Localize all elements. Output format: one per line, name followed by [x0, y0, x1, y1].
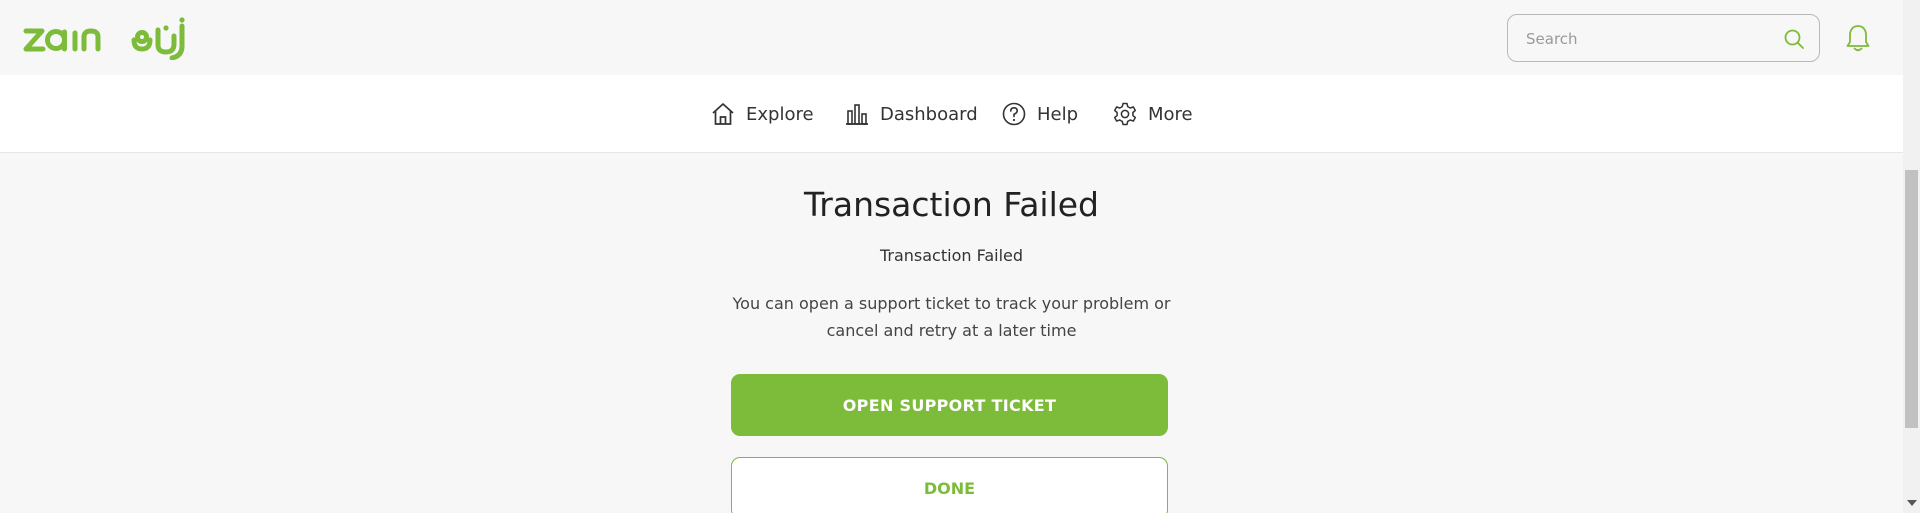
page: Explore Dashboard Help Mor — [0, 0, 1920, 513]
top-bar — [0, 0, 1903, 75]
scrollbar-thumb[interactable] — [1905, 170, 1918, 428]
bell-icon[interactable] — [1844, 23, 1872, 53]
nav-item-dashboard[interactable]: Dashboard — [844, 99, 978, 129]
scroll-down-arrow-icon[interactable] — [1907, 500, 1917, 506]
page-title: Transaction Failed — [803, 185, 1100, 224]
search-box — [1507, 14, 1820, 63]
nav-label: Explore — [746, 103, 814, 125]
main-nav: Explore Dashboard Help More — [0, 75, 1903, 153]
transaction-result: Transaction Failed Transaction Failed Yo… — [0, 153, 1903, 513]
done-button[interactable]: DONE — [731, 457, 1168, 513]
vertical-scrollbar[interactable] — [1903, 0, 1920, 513]
search-icon[interactable] — [1783, 28, 1805, 50]
gear-icon — [1113, 102, 1137, 126]
search-input[interactable] — [1524, 15, 1778, 63]
open-support-ticket-button[interactable]: OPEN SUPPORT TICKET — [731, 374, 1168, 436]
question-icon — [1002, 102, 1026, 126]
nav-label: Dashboard — [880, 103, 978, 125]
nav-item-help[interactable]: Help — [1001, 99, 1078, 129]
status-subtitle: Transaction Failed — [879, 246, 1024, 265]
zain-logo[interactable] — [22, 16, 202, 60]
nav-label: More — [1148, 103, 1193, 125]
home-icon — [712, 103, 734, 125]
status-message: You can open a support ticket to track y… — [732, 294, 1171, 340]
nav-label: Help — [1037, 103, 1079, 125]
nav-item-explore[interactable]: Explore — [710, 99, 814, 129]
nav-item-more[interactable]: More — [1112, 99, 1193, 129]
bar-chart-icon — [846, 104, 868, 125]
